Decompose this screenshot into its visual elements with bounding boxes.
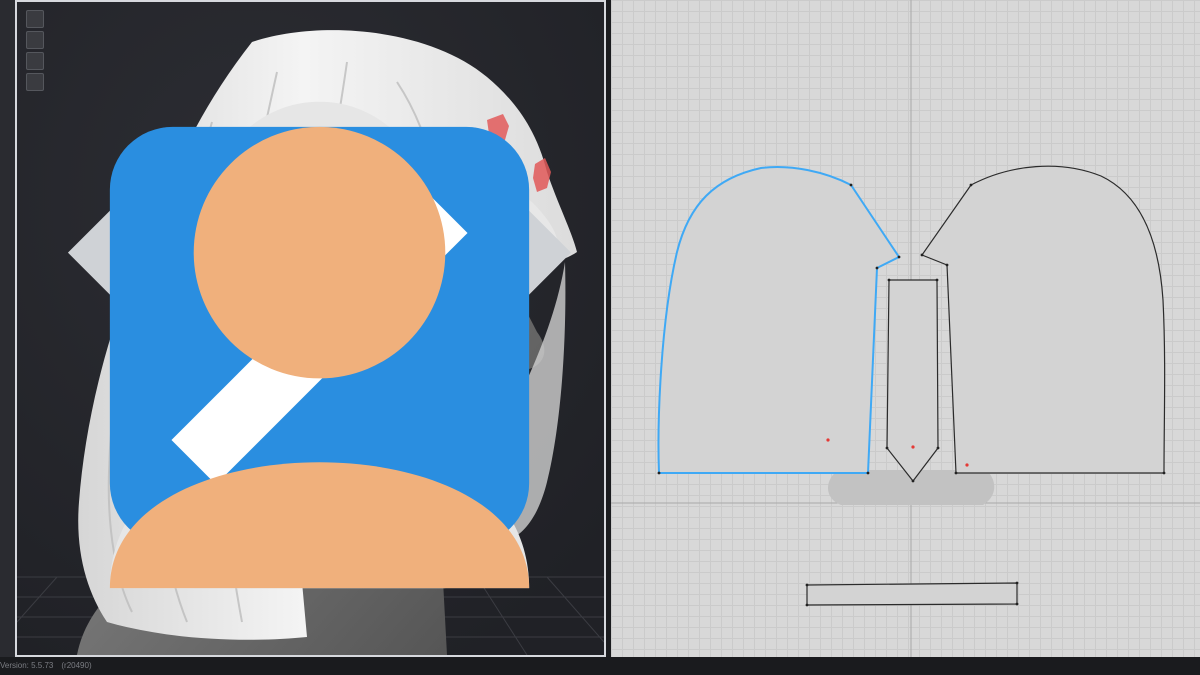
pattern-piece-band[interactable] bbox=[805, 581, 1019, 607]
3d-viewport[interactable] bbox=[15, 0, 606, 657]
pin-marker bbox=[911, 445, 915, 449]
pattern-piece-left[interactable] bbox=[657, 165, 901, 475]
pin-marker bbox=[965, 463, 969, 467]
version-label: Version: 5.5.73 bbox=[0, 661, 54, 670]
pattern-piece-center[interactable] bbox=[885, 278, 940, 483]
pattern-piece-left-shape[interactable] bbox=[657, 165, 901, 474]
pattern-piece-right[interactable] bbox=[920, 165, 1166, 475]
pattern-piece-center-shape[interactable] bbox=[886, 279, 939, 482]
build-label: (r20490) bbox=[61, 661, 92, 670]
pattern-piece-band-shape[interactable] bbox=[806, 582, 1018, 606]
pattern-canvas[interactable] bbox=[611, 0, 1200, 657]
viewport-toolbar bbox=[26, 10, 572, 589]
left-edge-strip bbox=[0, 0, 15, 657]
app-window: Version: 5.5.73 (r20490) bbox=[0, 0, 1200, 675]
avatar-skin-icon[interactable] bbox=[26, 73, 530, 589]
pin-marker bbox=[826, 438, 830, 442]
status-bar: Version: 5.5.73 (r20490) bbox=[0, 657, 1200, 675]
pattern-piece-right-shape[interactable] bbox=[921, 165, 1166, 474]
2d-pattern-view[interactable] bbox=[611, 0, 1200, 657]
